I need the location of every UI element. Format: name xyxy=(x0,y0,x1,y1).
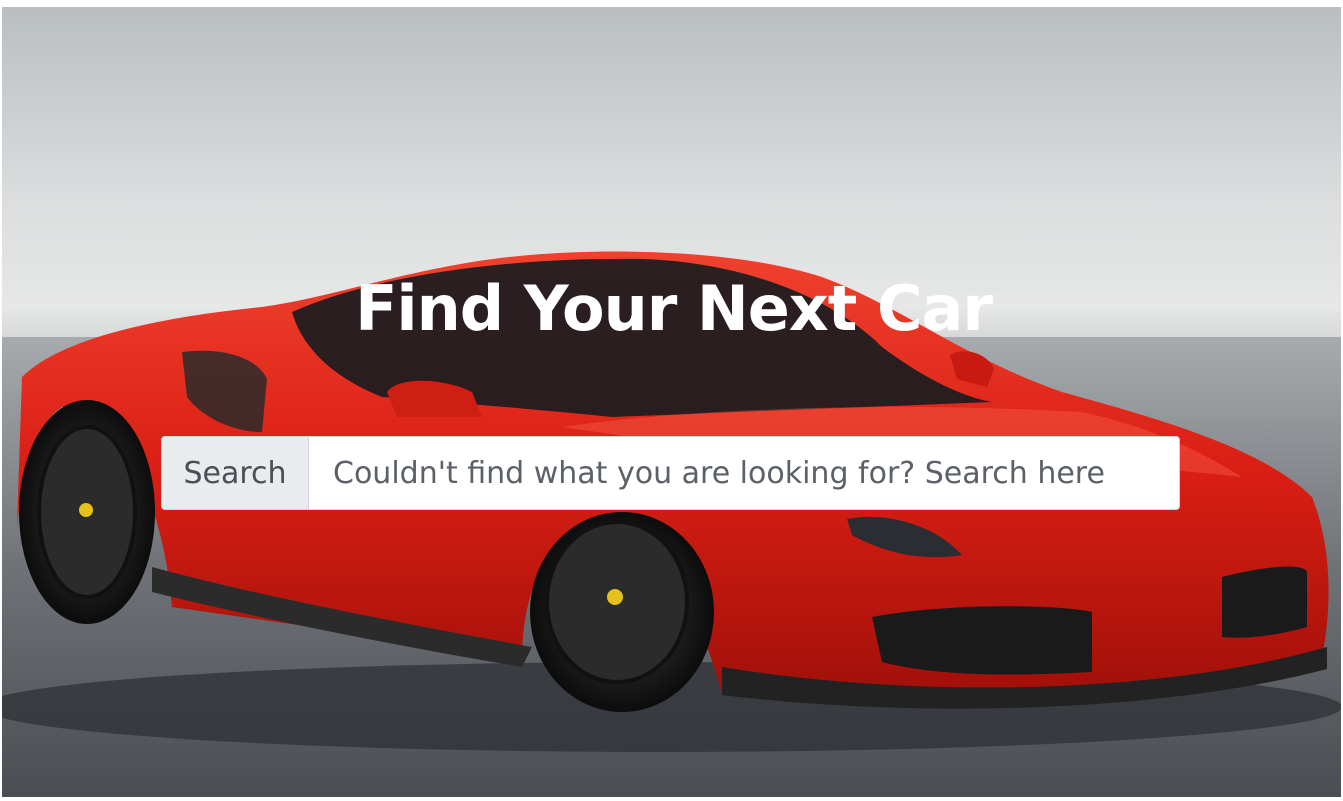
search-label: Search xyxy=(162,437,309,509)
search-bar: Search xyxy=(161,436,1180,510)
hero-background-image xyxy=(2,7,1341,797)
hero-section: Find Your Next Car xyxy=(2,7,1341,797)
search-input[interactable] xyxy=(309,437,1179,509)
hero-title: Find Your Next Car xyxy=(355,272,993,345)
